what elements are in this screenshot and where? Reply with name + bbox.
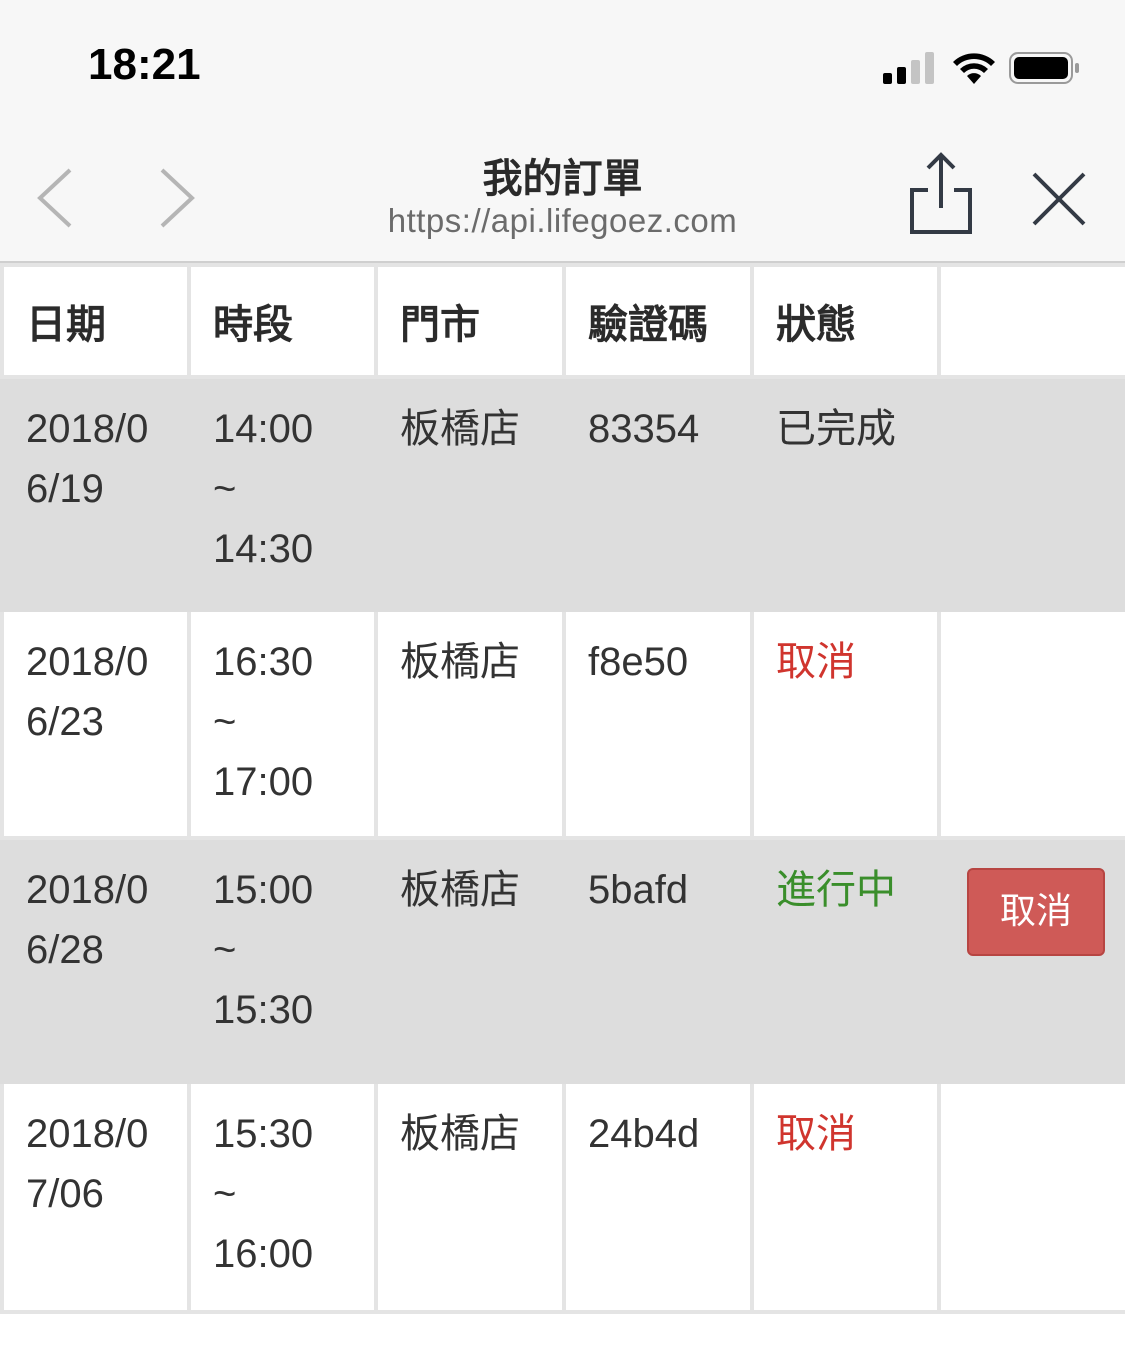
order-code: 24b4d	[562, 1080, 754, 1314]
order-store: 板橋店	[374, 1080, 566, 1314]
order-action	[937, 1080, 1125, 1314]
order-code: 5bafd	[562, 836, 754, 1084]
order-action	[937, 375, 1125, 612]
header-date: 日期	[0, 263, 191, 379]
order-action	[937, 608, 1125, 840]
order-time: 15:00 ~15:30	[187, 836, 378, 1084]
status-time: 18:21	[88, 40, 201, 89]
table-row: 2018/06/19 14:00 ~14:30 板橋店 83354 已完成	[0, 375, 1125, 612]
header-code: 驗證碼	[562, 263, 754, 379]
order-date: 2018/07/06	[0, 1080, 191, 1314]
order-date: 2018/06/28	[0, 836, 191, 1084]
status-bar: 18:21	[0, 0, 1125, 130]
order-status: 已完成	[750, 375, 941, 612]
order-code: f8e50	[562, 608, 754, 840]
order-date: 2018/06/19	[0, 375, 191, 612]
wifi-icon	[953, 53, 995, 84]
header-status: 狀態	[750, 263, 941, 379]
order-time: 15:30 ~16:00	[187, 1080, 378, 1314]
header-action	[937, 263, 1125, 379]
orders-table: 日期 時段 門市 驗證碼 狀態 2018/06/19 14:00 ~14:30 板…	[0, 263, 1125, 1314]
order-time: 14:00 ~14:30	[187, 375, 378, 612]
browser-nav-bar: 我的訂單 https://api.lifegoez.com	[0, 130, 1125, 263]
table-row: 2018/06/28 15:00 ~15:30 板橋店 5bafd 進行中 取消	[0, 836, 1125, 1084]
close-icon[interactable]	[1030, 170, 1088, 228]
order-store: 板橋店	[374, 836, 566, 1084]
order-store: 板橋店	[374, 375, 566, 612]
order-time: 16:30 ~17:00	[187, 608, 378, 840]
order-action: 取消	[937, 836, 1125, 1084]
table-row: 2018/06/23 16:30 ~17:00 板橋店 f8e50 取消	[0, 608, 1125, 840]
cancel-order-button[interactable]: 取消	[967, 868, 1105, 956]
cellular-signal-icon	[883, 50, 937, 86]
order-status: 取消	[750, 1080, 941, 1314]
order-date: 2018/06/23	[0, 608, 191, 840]
header-time: 時段	[187, 263, 378, 379]
header-store: 門市	[374, 263, 566, 379]
order-code: 83354	[562, 375, 754, 612]
table-row: 2018/07/06 15:30 ~16:00 板橋店 24b4d 取消	[0, 1080, 1125, 1314]
order-status: 取消	[750, 608, 941, 840]
order-status: 進行中	[750, 836, 941, 1084]
order-store: 板橋店	[374, 608, 566, 840]
table-header-row: 日期 時段 門市 驗證碼 狀態	[0, 263, 1125, 379]
share-icon[interactable]	[906, 150, 976, 236]
battery-icon	[1009, 52, 1079, 84]
